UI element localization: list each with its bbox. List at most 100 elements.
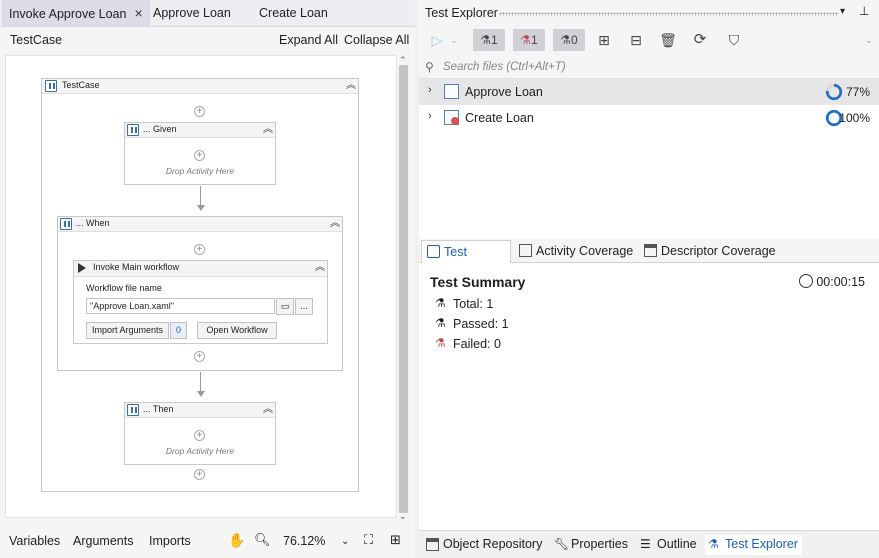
add-activity-icon[interactable]: + — [194, 430, 205, 441]
collapse-chevron-icon[interactable]: ︽ — [315, 261, 325, 275]
given-title: ... Given — [143, 124, 177, 134]
tab-label: Invoke Approve Loan — [9, 7, 127, 21]
test-file-list: › Approve Loan 77% › Create Loan 100% — [419, 79, 879, 239]
run-icon[interactable]: ▷ — [427, 29, 447, 51]
expand-chevron-icon[interactable]: › — [428, 110, 432, 122]
add-activity-icon[interactable]: + — [194, 106, 205, 117]
invoke-workflow-activity[interactable]: Invoke Main workflow ︽ Workflow file nam… — [73, 260, 328, 344]
clock-icon — [799, 274, 813, 288]
collapse-chevron-icon[interactable]: ︽ — [263, 403, 273, 417]
flask-passed-icon: ⚗ — [480, 33, 492, 47]
pan-hand-icon[interactable]: ✋ — [228, 532, 245, 549]
test-file-row[interactable]: › Approve Loan 77% — [419, 79, 879, 105]
imports-tab[interactable]: Imports — [149, 534, 191, 548]
passed-filter-button[interactable]: ⚗1 — [473, 29, 505, 51]
zoom-level[interactable]: 76.12% — [283, 534, 325, 548]
zoom-dropdown-chevron-icon[interactable]: ⌄ — [341, 536, 349, 547]
tab-object-repository[interactable]: Object Repository — [423, 535, 542, 555]
add-activity-icon[interactable]: + — [194, 150, 205, 161]
coverage-percent: 100% — [839, 111, 870, 125]
arrow-down-icon — [197, 205, 205, 211]
flask-search-icon: ⚗ — [708, 537, 719, 551]
workflow-file-label: Workflow file name — [86, 283, 162, 293]
given-sequence[interactable]: ... Given ︽ + Drop Activity Here — [124, 122, 276, 185]
open-workflow-button[interactable]: Open Workflow — [197, 322, 277, 339]
expand-all-button[interactable]: Expand All — [279, 33, 338, 47]
test-file-passed-icon — [444, 84, 459, 99]
run-dropdown-chevron-icon[interactable]: ⌄ — [449, 29, 459, 51]
window-icon — [644, 244, 657, 257]
breadcrumb-bar: TestCase Expand All Collapse All — [0, 27, 415, 54]
scroll-thumb[interactable] — [399, 65, 408, 513]
duration: 00:00:15 — [816, 275, 865, 289]
breadcrumb[interactable]: TestCase — [10, 33, 62, 47]
notrun-filter-button[interactable]: ⚗0 — [553, 29, 585, 51]
panel-tab-strip: Object Repository 🔧︎ Properties ☰ Outlin… — [419, 530, 879, 558]
fit-to-screen-icon[interactable]: ⛶ — [364, 532, 373, 548]
tab-test-results[interactable]: Test Results — [421, 240, 511, 281]
collapse-chevron-icon[interactable]: ︽ — [263, 123, 273, 137]
passed-count: Passed: 1 — [453, 317, 509, 331]
document-tab-strip: Invoke Approve Loan × Approve Loan Create… — [0, 0, 415, 27]
scroll-down-icon[interactable]: ⌄ — [399, 511, 407, 522]
when-header: ... When ︽ — [58, 217, 342, 232]
tab-test-explorer[interactable]: ⚗ Test Explorer — [705, 535, 802, 555]
test-summary: Test Summary 00:00:15 ⚗ Total: 1 ⚗ Passe… — [419, 263, 879, 530]
refresh-icon[interactable]: ⟳ — [689, 29, 711, 51]
filter-icon[interactable]: ⛉ — [723, 29, 745, 51]
result-tab-strip: Test Results Activity Coverage Descripto… — [419, 240, 879, 281]
expand-all-icon[interactable]: ⊞ — [593, 29, 615, 51]
test-file-row[interactable]: › Create Loan 100% — [419, 105, 879, 131]
tab-label: Properties — [571, 537, 628, 551]
when-sequence[interactable]: ... When ︽ + Invoke Main workflow ︽ Work… — [57, 216, 343, 371]
expand-chevron-icon[interactable]: › — [428, 84, 432, 96]
flask-icon: ⚗ — [435, 296, 446, 310]
panel-menu-chevron-icon[interactable]: ▾ — [840, 6, 845, 17]
panel-title: Test Explorer — [425, 6, 498, 20]
then-sequence[interactable]: ... Then ︽ + Drop Activity Here — [124, 402, 276, 465]
designer-scrollbar[interactable]: ⌃ ⌄ — [397, 55, 410, 526]
folder-icon[interactable]: ▭ — [276, 298, 294, 315]
failed-filter-button[interactable]: ⚗1 — [513, 29, 545, 51]
zoom-magnifier-icon[interactable]: 🔍︎ — [254, 532, 271, 548]
sequence-icon — [45, 80, 57, 92]
collapse-chevron-icon[interactable]: ︽ — [330, 217, 340, 231]
overview-icon[interactable]: ⊞ — [390, 532, 401, 548]
tab-properties[interactable]: 🔧︎ Properties — [551, 535, 628, 555]
tab-approve-loan[interactable]: Approve Loan — [146, 0, 238, 27]
test-file-name: Create Loan — [465, 111, 534, 125]
add-activity-icon[interactable]: + — [194, 351, 205, 362]
designer-canvas[interactable]: TestCase ︽ + ... Given ︽ + Drop Activity… — [5, 55, 397, 518]
tab-invoke-approve-loan[interactable]: Invoke Approve Loan × — [2, 0, 150, 27]
flask-failed-icon: ⚗ — [520, 33, 532, 47]
checkbox-icon — [427, 245, 440, 258]
delete-icon[interactable]: 🗑︎ — [657, 29, 679, 51]
search-bar[interactable]: ⚲ Search files (Ctrl+Alt+T) — [419, 57, 879, 79]
import-arguments-button[interactable]: Import Arguments — [86, 322, 169, 339]
total-count: Total: 1 — [453, 297, 494, 311]
collapse-all-icon[interactable]: ⊟ — [625, 29, 647, 51]
arguments-tab[interactable]: Arguments — [73, 534, 133, 548]
then-header: ... Then ︽ — [125, 403, 275, 418]
overflow-chevron-icon[interactable]: ⌄ — [863, 29, 875, 51]
workflow-file-input[interactable]: "Approve Loan.xaml" — [86, 298, 275, 314]
search-icon: ⚲ — [425, 60, 434, 74]
collapse-all-button[interactable]: Collapse All — [344, 33, 409, 47]
sequence-icon — [127, 124, 139, 136]
coverage-percent: 77% — [845, 85, 870, 99]
tab-descriptor-coverage[interactable]: Descriptor Coverage — [639, 240, 779, 263]
browse-button[interactable]: ... — [295, 298, 313, 315]
pin-icon[interactable]: ⊥ — [859, 4, 869, 18]
search-input[interactable]: Search files (Ctrl+Alt+T) — [443, 61, 566, 73]
collapse-chevron-icon[interactable]: ︽ — [346, 79, 356, 93]
add-activity-icon[interactable]: + — [194, 469, 205, 480]
variables-tab[interactable]: Variables — [9, 534, 60, 548]
add-activity-icon[interactable]: + — [194, 244, 205, 255]
testcase-sequence[interactable]: TestCase ︽ + ... Given ︽ + Drop Activity… — [41, 78, 359, 492]
close-icon[interactable]: × — [134, 0, 142, 27]
tab-create-loan[interactable]: Create Loan — [252, 0, 335, 27]
flow-connector — [200, 186, 201, 206]
tab-outline[interactable]: ☰ Outline — [637, 535, 697, 555]
tab-label: Create Loan — [259, 6, 328, 20]
tab-activity-coverage[interactable]: Activity Coverage — [514, 240, 634, 263]
